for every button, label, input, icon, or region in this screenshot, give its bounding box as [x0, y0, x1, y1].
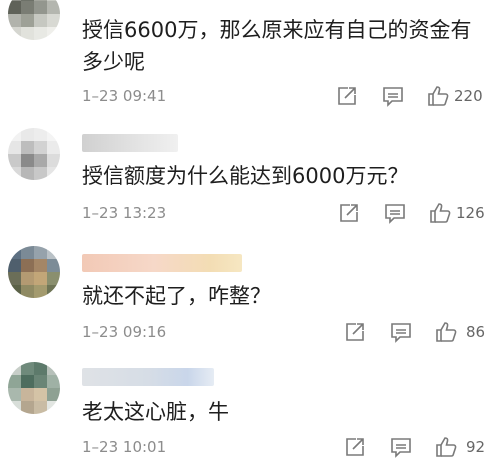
- avatar[interactable]: [8, 0, 60, 40]
- thumbs-up-icon[interactable]: [434, 435, 458, 459]
- like-count: 86: [466, 323, 486, 341]
- comment-2: 授信额度为什么能达到6000万元？ 1–23 13:23 126: [0, 118, 504, 236]
- comment-meta: 1–23 13:23 126: [82, 201, 490, 225]
- avatar[interactable]: [8, 246, 60, 298]
- share-icon[interactable]: [336, 84, 358, 108]
- avatar[interactable]: [8, 362, 60, 414]
- thumbs-up-icon[interactable]: [426, 84, 450, 108]
- comment-icon[interactable]: [382, 84, 404, 108]
- comment-3: 就还不起了，咋整？ 1–23 09:16 86: [0, 236, 504, 352]
- thumbs-up-icon[interactable]: [434, 320, 458, 344]
- comment-text: 老太这心脏，牛: [82, 400, 229, 424]
- comment-time: 1–23 10:01: [82, 438, 167, 456]
- like-count: 126: [456, 204, 485, 222]
- comment-4: 老太这心脏，牛 1–23 10:01 92: [0, 352, 504, 473]
- comment-meta: 1–23 09:16 86: [82, 320, 490, 344]
- comment-meta: 1–23 09:41 220: [82, 84, 490, 108]
- comment-text: 授信6600万，那么原来应有自己的资金有多少呢: [82, 18, 472, 74]
- comment-text: 就还不起了，咋整？: [82, 284, 271, 308]
- comment-icon[interactable]: [384, 201, 406, 225]
- comment-time: 1–23 13:23: [82, 204, 167, 222]
- comment-meta: 1–23 10:01 92: [82, 435, 490, 459]
- comment-text: 授信额度为什么能达到6000万元？: [82, 164, 409, 188]
- share-icon[interactable]: [338, 201, 360, 225]
- comment-time: 1–23 09:16: [82, 323, 167, 341]
- thumbs-up-icon[interactable]: [428, 201, 452, 225]
- comment-1: 授信6600万，那么原来应有自己的资金有多少呢 1–23 09:41 220: [0, 0, 504, 118]
- user-name-blurred[interactable]: [82, 254, 242, 272]
- comment-time: 1–23 09:41: [82, 87, 167, 105]
- like-count: 92: [466, 438, 486, 456]
- user-name-blurred[interactable]: [82, 368, 214, 386]
- like-count: 220: [454, 87, 483, 105]
- share-icon[interactable]: [344, 320, 366, 344]
- share-icon[interactable]: [344, 435, 366, 459]
- comment-icon[interactable]: [390, 435, 412, 459]
- avatar[interactable]: [8, 128, 60, 180]
- user-name-blurred[interactable]: [82, 134, 178, 152]
- comment-icon[interactable]: [390, 320, 412, 344]
